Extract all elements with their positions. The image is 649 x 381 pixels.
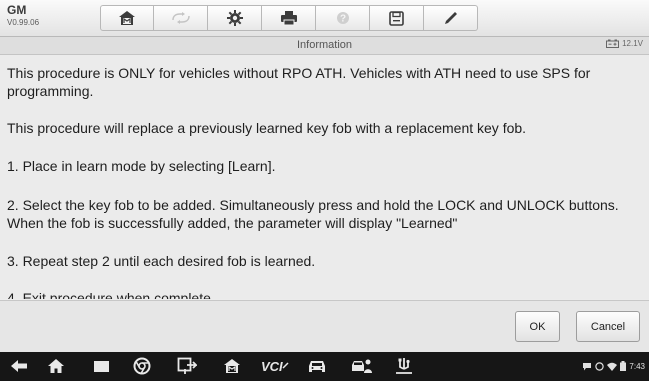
usb-icon [396,358,412,374]
svg-text:VCI: VCI [261,359,283,373]
screenshot-button[interactable] [176,356,198,376]
recent-apps-button[interactable] [90,356,112,376]
chrome-browser-icon [133,357,151,375]
status-tray: 7:43 [582,361,645,371]
action-bar: OK Cancel [0,300,649,353]
system-navigation-bar: VCI 7:43 [0,352,649,381]
browser-button[interactable] [131,356,153,376]
software-version: V0.99.06 [7,18,40,27]
top-toolbar: GM V0.99.06 ? [0,0,649,37]
home-button[interactable] [100,5,154,31]
autel-home-button[interactable] [221,356,243,376]
info-paragraph: This procedure is ONLY for vehicles with… [7,65,591,99]
clock: 7:43 [629,361,645,371]
information-content: This procedure is ONLY for vehicles with… [0,55,649,299]
edit-button[interactable] [424,5,478,31]
print-icon [280,11,297,26]
ok-button[interactable]: OK [515,311,560,342]
toolbar-buttons: ? [100,5,478,31]
shop-manager-button[interactable] [349,356,375,376]
back-button[interactable] [8,356,30,376]
save-button[interactable] [370,5,424,31]
info-step: 1. Place in learn mode by selecting [Lea… [7,158,276,174]
alarm-icon [595,361,605,371]
print-button[interactable] [262,5,316,31]
help-button[interactable]: ? [316,5,370,31]
home-icon [119,11,135,25]
battery-voltage: 12.1V [622,39,643,48]
vehicle-swap-icon [171,12,190,24]
info-paragraph: This procedure will replace a previously… [7,120,527,136]
battery-status: 12.1V [606,39,643,48]
help-icon: ? [336,12,349,25]
wifi-icon [607,362,618,371]
home-nav-button[interactable] [45,356,67,376]
home-icon [48,359,64,373]
usb-button[interactable] [393,356,415,376]
settings-button[interactable] [208,5,262,31]
info-step: 2. Select the key fob to be added. Simul… [7,197,619,231]
autel-home-icon [224,359,240,373]
cancel-button[interactable]: Cancel [576,311,640,342]
settings-gear-icon [226,10,243,26]
vci-button[interactable]: VCI [260,356,290,376]
chat-notification-icon [583,362,592,370]
vehicle-make: GM [7,3,27,17]
save-icon [389,10,404,26]
car-button[interactable] [306,356,328,376]
car-icon [309,360,325,372]
screenshot-icon [177,357,197,374]
info-step: 3. Repeat step 2 until each desired fob … [7,253,316,269]
page-title: Information [296,39,353,51]
recent-apps-icon [93,360,109,372]
car-battery-icon [606,39,620,48]
vci-icon: VCI [261,359,289,373]
vehicle-swap-button[interactable] [154,5,208,31]
info-step: 4. Exit procedure when complete. [7,290,215,299]
vehicle-brand: GM V0.99.06 [7,4,39,27]
edit-pen-icon [444,12,457,24]
back-icon [11,360,27,372]
information-title-bar: Information 12.1V [0,37,649,55]
svg-text:?: ? [339,14,345,25]
battery-icon [620,361,627,371]
shop-manager-icon [352,359,372,373]
